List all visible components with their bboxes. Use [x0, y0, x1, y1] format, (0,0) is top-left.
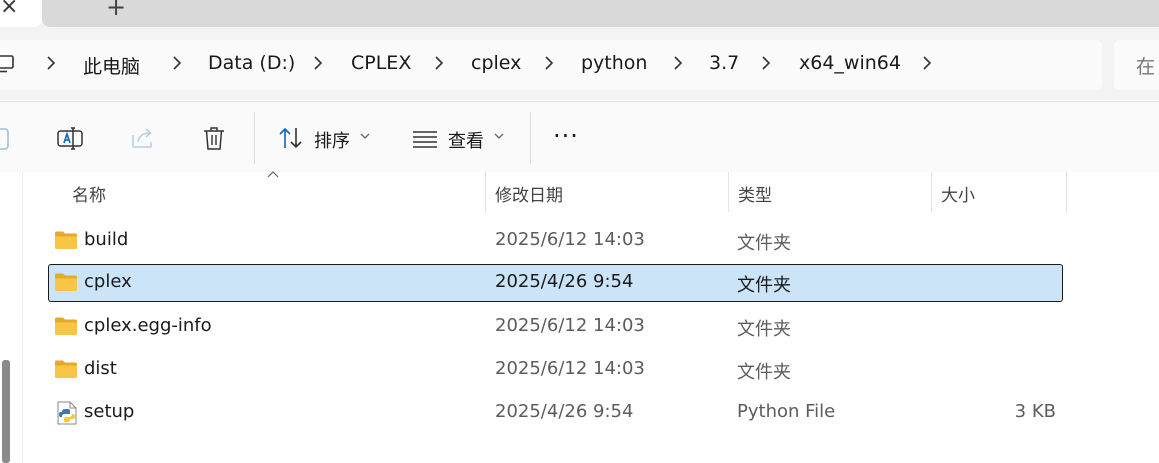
tabs-area: + [42, 0, 1159, 27]
more-options-button[interactable]: ··· [553, 122, 579, 150]
breadcrumb-item[interactable]: CPLEX [351, 52, 411, 74]
folder-icon [55, 360, 77, 378]
chevron-down-icon[interactable] [360, 132, 370, 140]
file-list: 名称 修改日期 类型 大小 build 2025/6/12 14:03 文件夹 … [0, 171, 1159, 463]
file-row[interactable]: setup 2025/4/26 9:54 Python File 3 KB [48, 394, 1061, 430]
chevron-down-icon[interactable] [494, 132, 504, 140]
chevron-right-icon[interactable] [920, 54, 934, 72]
view-button[interactable]: 查看 [448, 127, 484, 153]
address-bar: 此电脑 Data (D:) CPLEX cplex python 3.7 x64… [0, 40, 1159, 100]
command-bar: 排序 查看 ··· [0, 101, 1159, 173]
file-row[interactable]: dist 2025/6/12 14:03 文件夹 [48, 351, 1061, 387]
file-date: 2025/4/26 9:54 [495, 401, 634, 422]
trash-icon[interactable] [200, 124, 228, 152]
search-input[interactable]: 在 [1114, 40, 1159, 90]
folder-icon [55, 231, 77, 249]
tab-strip: × + [0, 0, 1159, 40]
rename-icon[interactable] [56, 124, 84, 152]
column-header-name[interactable]: 名称 [48, 172, 485, 212]
chevron-right-icon[interactable] [759, 54, 773, 72]
file-type: 文件夹 [737, 362, 791, 383]
folder-icon [55, 273, 77, 291]
column-size-label: 大小 [941, 186, 975, 206]
file-date: 2025/6/12 14:03 [495, 315, 645, 336]
file-name: cplex [84, 271, 132, 292]
column-header-date[interactable]: 修改日期 [486, 172, 728, 212]
file-name: build [84, 229, 129, 250]
python-file-icon [57, 401, 77, 425]
file-size: 3 KB [1014, 401, 1056, 422]
file-type: Python File [737, 401, 836, 422]
file-name: setup [84, 401, 135, 422]
toolbar-divider [254, 112, 255, 164]
column-type-label: 类型 [738, 186, 772, 206]
chevron-right-icon[interactable] [44, 54, 58, 72]
new-tab-button[interactable]: + [106, 0, 126, 21]
breadcrumb[interactable]: 此电脑 Data (D:) CPLEX cplex python 3.7 x64… [0, 40, 1102, 90]
file-row[interactable]: build 2025/6/12 14:03 文件夹 [48, 222, 1061, 258]
file-row-selected[interactable]: cplex 2025/4/26 9:54 文件夹 [48, 264, 1063, 302]
file-name: cplex.egg-info [84, 315, 212, 336]
file-type: 文件夹 [737, 233, 791, 254]
breadcrumb-item[interactable]: python [581, 52, 647, 74]
file-name: dist [84, 358, 117, 379]
share-icon[interactable] [129, 124, 157, 152]
chevron-right-icon[interactable] [671, 54, 685, 72]
scrollbar-thumb[interactable] [2, 360, 10, 463]
breadcrumb-item[interactable]: x64_win64 [799, 52, 901, 74]
column-date-label: 修改日期 [495, 186, 563, 206]
column-divider[interactable] [1066, 172, 1067, 212]
close-tab-icon[interactable]: × [0, 0, 18, 19]
toolbar-divider [530, 112, 531, 164]
chevron-right-icon[interactable] [542, 54, 556, 72]
sort-button[interactable]: 排序 [314, 127, 350, 153]
search-placeholder: 在 [1136, 56, 1156, 78]
folder-icon [55, 317, 77, 335]
file-date: 2025/6/12 14:03 [495, 358, 645, 379]
breadcrumb-item[interactable]: 3.7 [709, 52, 739, 74]
column-header-size[interactable]: 大小 [932, 172, 1066, 212]
sort-icon[interactable] [277, 124, 305, 152]
file-type: 文件夹 [737, 319, 791, 340]
chevron-right-icon[interactable] [432, 54, 446, 72]
column-name-label: 名称 [72, 186, 106, 206]
file-date: 2025/6/12 14:03 [495, 229, 645, 250]
view-icon[interactable] [411, 124, 439, 152]
breadcrumb-item[interactable]: 此电脑 [83, 52, 140, 79]
breadcrumb-item[interactable]: cplex [471, 52, 521, 74]
active-tab[interactable]: × [0, 0, 42, 27]
file-row[interactable]: cplex.egg-info 2025/6/12 14:03 文件夹 [48, 308, 1061, 344]
this-pc-icon[interactable] [0, 55, 14, 73]
file-type: 文件夹 [737, 275, 791, 296]
column-header-type[interactable]: 类型 [729, 172, 931, 212]
breadcrumb-item[interactable]: Data (D:) [208, 52, 295, 74]
chevron-right-icon[interactable] [311, 54, 325, 72]
chevron-right-icon[interactable] [170, 54, 184, 72]
file-date: 2025/4/26 9:54 [495, 271, 634, 292]
paste-icon[interactable] [0, 124, 14, 152]
navigation-pane [0, 172, 23, 463]
